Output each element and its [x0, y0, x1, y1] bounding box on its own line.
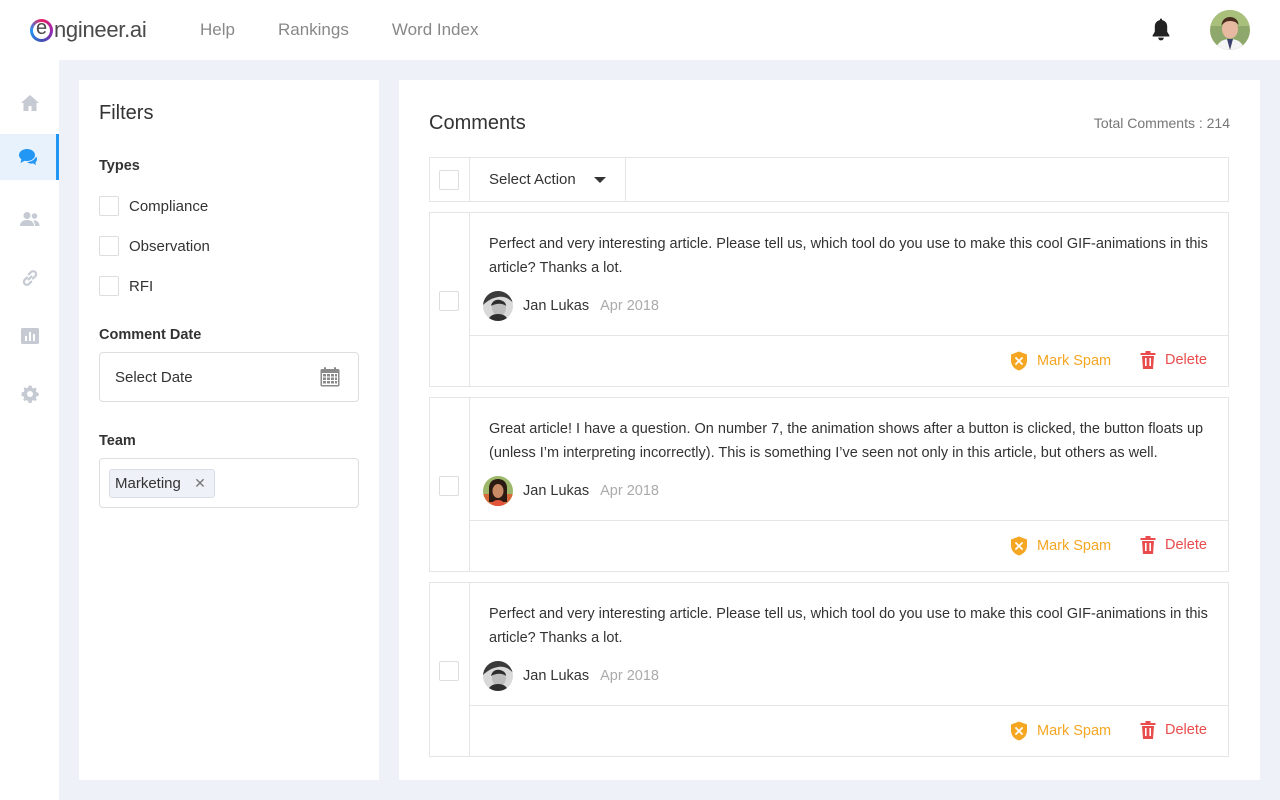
rail-settings[interactable] [0, 371, 59, 417]
nav-word-index[interactable]: Word Index [392, 20, 479, 40]
delete-button[interactable]: Delete [1140, 536, 1207, 554]
author-name: Jan Lukas [523, 298, 590, 314]
mark-spam-button[interactable]: Mark Spam [1010, 721, 1111, 741]
author-avatar[interactable] [483, 476, 513, 506]
select-action-label: Select Action [489, 171, 576, 188]
team-tag-label: Marketing [115, 475, 181, 492]
engineer-ai-logo[interactable]: e ngineer.ai [30, 14, 147, 46]
comments-title: Comments [429, 112, 526, 134]
comment-card: Perfect and very interesting article. Pl… [429, 582, 1229, 757]
filter-type-label: RFI [129, 277, 154, 295]
comment-actions: Mark Spam Delete [470, 705, 1228, 756]
main-nav: Help Rankings Word Index [200, 0, 521, 60]
trash-icon [1140, 351, 1156, 369]
users-icon [19, 212, 39, 226]
rail-home[interactable] [0, 80, 59, 126]
filters-title: Filters [99, 102, 154, 124]
logo-mark: e [30, 17, 53, 42]
filter-type-compliance[interactable]: Compliance [99, 196, 208, 216]
author-name: Jan Lukas [523, 668, 590, 684]
team-select[interactable]: Marketing ✕ [99, 458, 359, 508]
comment-checkbox-cell [430, 398, 470, 571]
team-tag: Marketing ✕ [109, 469, 215, 498]
comment-checkbox-cell [430, 583, 470, 756]
user-avatar[interactable] [1210, 10, 1250, 50]
mark-spam-label: Mark Spam [1037, 538, 1112, 554]
comments-icon [19, 149, 37, 165]
calendar-icon[interactable] [320, 367, 340, 387]
comment-date-picker[interactable]: Select Date [99, 352, 359, 402]
comment-card: Perfect and very interesting article. Pl… [429, 212, 1229, 387]
comment-date: Apr 2018 [600, 668, 659, 684]
rail-links[interactable] [0, 255, 59, 301]
delete-label: Delete [1165, 352, 1207, 368]
select-all-checkbox[interactable] [439, 170, 459, 190]
filters-panel: Filters Types Compliance Observation RFI… [79, 80, 379, 780]
caret-down-icon [594, 177, 606, 183]
comment-date-label: Comment Date [99, 327, 202, 343]
comment-checkbox[interactable] [439, 661, 459, 681]
comment-actions: Mark Spam Delete [470, 335, 1228, 386]
remove-tag-icon[interactable]: ✕ [194, 470, 206, 497]
delete-button[interactable]: Delete [1140, 351, 1207, 369]
author-name: Jan Lukas [523, 483, 590, 499]
delete-button[interactable]: Delete [1140, 721, 1207, 739]
author-avatar[interactable] [483, 291, 513, 321]
comment-date: Apr 2018 [600, 483, 659, 499]
filter-type-label: Compliance [129, 197, 209, 215]
checkbox[interactable] [99, 276, 119, 296]
comment-checkbox-cell [430, 213, 470, 386]
comment-card: Great article! I have a question. On num… [429, 397, 1229, 572]
rail-comments[interactable] [0, 134, 59, 180]
author-avatar[interactable] [483, 661, 513, 691]
comment-text: Perfect and very interesting article. Pl… [489, 236, 1208, 276]
rail-users[interactable] [0, 196, 59, 242]
shield-x-icon [1011, 721, 1027, 741]
comment-checkbox[interactable] [439, 476, 459, 496]
total-comments: Total Comments : 214 [1093, 115, 1230, 131]
checkbox[interactable] [99, 196, 119, 216]
mark-spam-button[interactable]: Mark Spam [1010, 536, 1111, 556]
notification-bell-icon[interactable] [1150, 18, 1172, 42]
trash-icon [1140, 536, 1156, 554]
shield-x-icon [1011, 536, 1027, 556]
link-icon [22, 270, 37, 286]
comment-author: Jan Lukas Apr 2018 [483, 661, 659, 691]
comments-panel: Comments Total Comments : 214 Select Act… [399, 80, 1260, 780]
filter-type-rfi[interactable]: RFI [99, 276, 153, 296]
side-rail [0, 60, 59, 800]
nav-rankings[interactable]: Rankings [278, 20, 349, 40]
mark-spam-label: Mark Spam [1037, 723, 1112, 739]
comment-author: Jan Lukas Apr 2018 [483, 476, 659, 506]
home-icon [20, 95, 39, 111]
delete-label: Delete [1165, 722, 1207, 738]
bulk-action-bar: Select Action [429, 157, 1229, 202]
comment-actions: Mark Spam Delete [470, 520, 1228, 571]
comment-text: Perfect and very interesting article. Pl… [489, 606, 1208, 646]
comment-date: Apr 2018 [600, 298, 659, 314]
select-action-dropdown[interactable]: Select Action [470, 158, 626, 201]
delete-label: Delete [1165, 537, 1207, 553]
comment-checkbox[interactable] [439, 291, 459, 311]
mark-spam-label: Mark Spam [1037, 353, 1112, 369]
checkbox[interactable] [99, 236, 119, 256]
rail-analytics[interactable] [0, 313, 59, 359]
filter-type-label: Observation [129, 237, 210, 255]
nav-help[interactable]: Help [200, 20, 235, 40]
types-label: Types [99, 158, 140, 174]
filter-type-observation[interactable]: Observation [99, 236, 210, 256]
shield-x-icon [1011, 351, 1027, 371]
mark-spam-button[interactable]: Mark Spam [1010, 351, 1111, 371]
chart-icon [20, 328, 39, 344]
team-label: Team [99, 433, 136, 449]
comment-author: Jan Lukas Apr 2018 [483, 291, 659, 321]
logo-text: ngineer.ai [54, 17, 147, 42]
trash-icon [1140, 721, 1156, 739]
gear-icon [21, 385, 39, 404]
date-placeholder: Select Date [115, 369, 193, 386]
select-all-cell [430, 158, 470, 201]
comment-text: Great article! I have a question. On num… [489, 421, 1204, 461]
top-bar: e ngineer.ai Help Rankings Word Index [0, 0, 1280, 60]
